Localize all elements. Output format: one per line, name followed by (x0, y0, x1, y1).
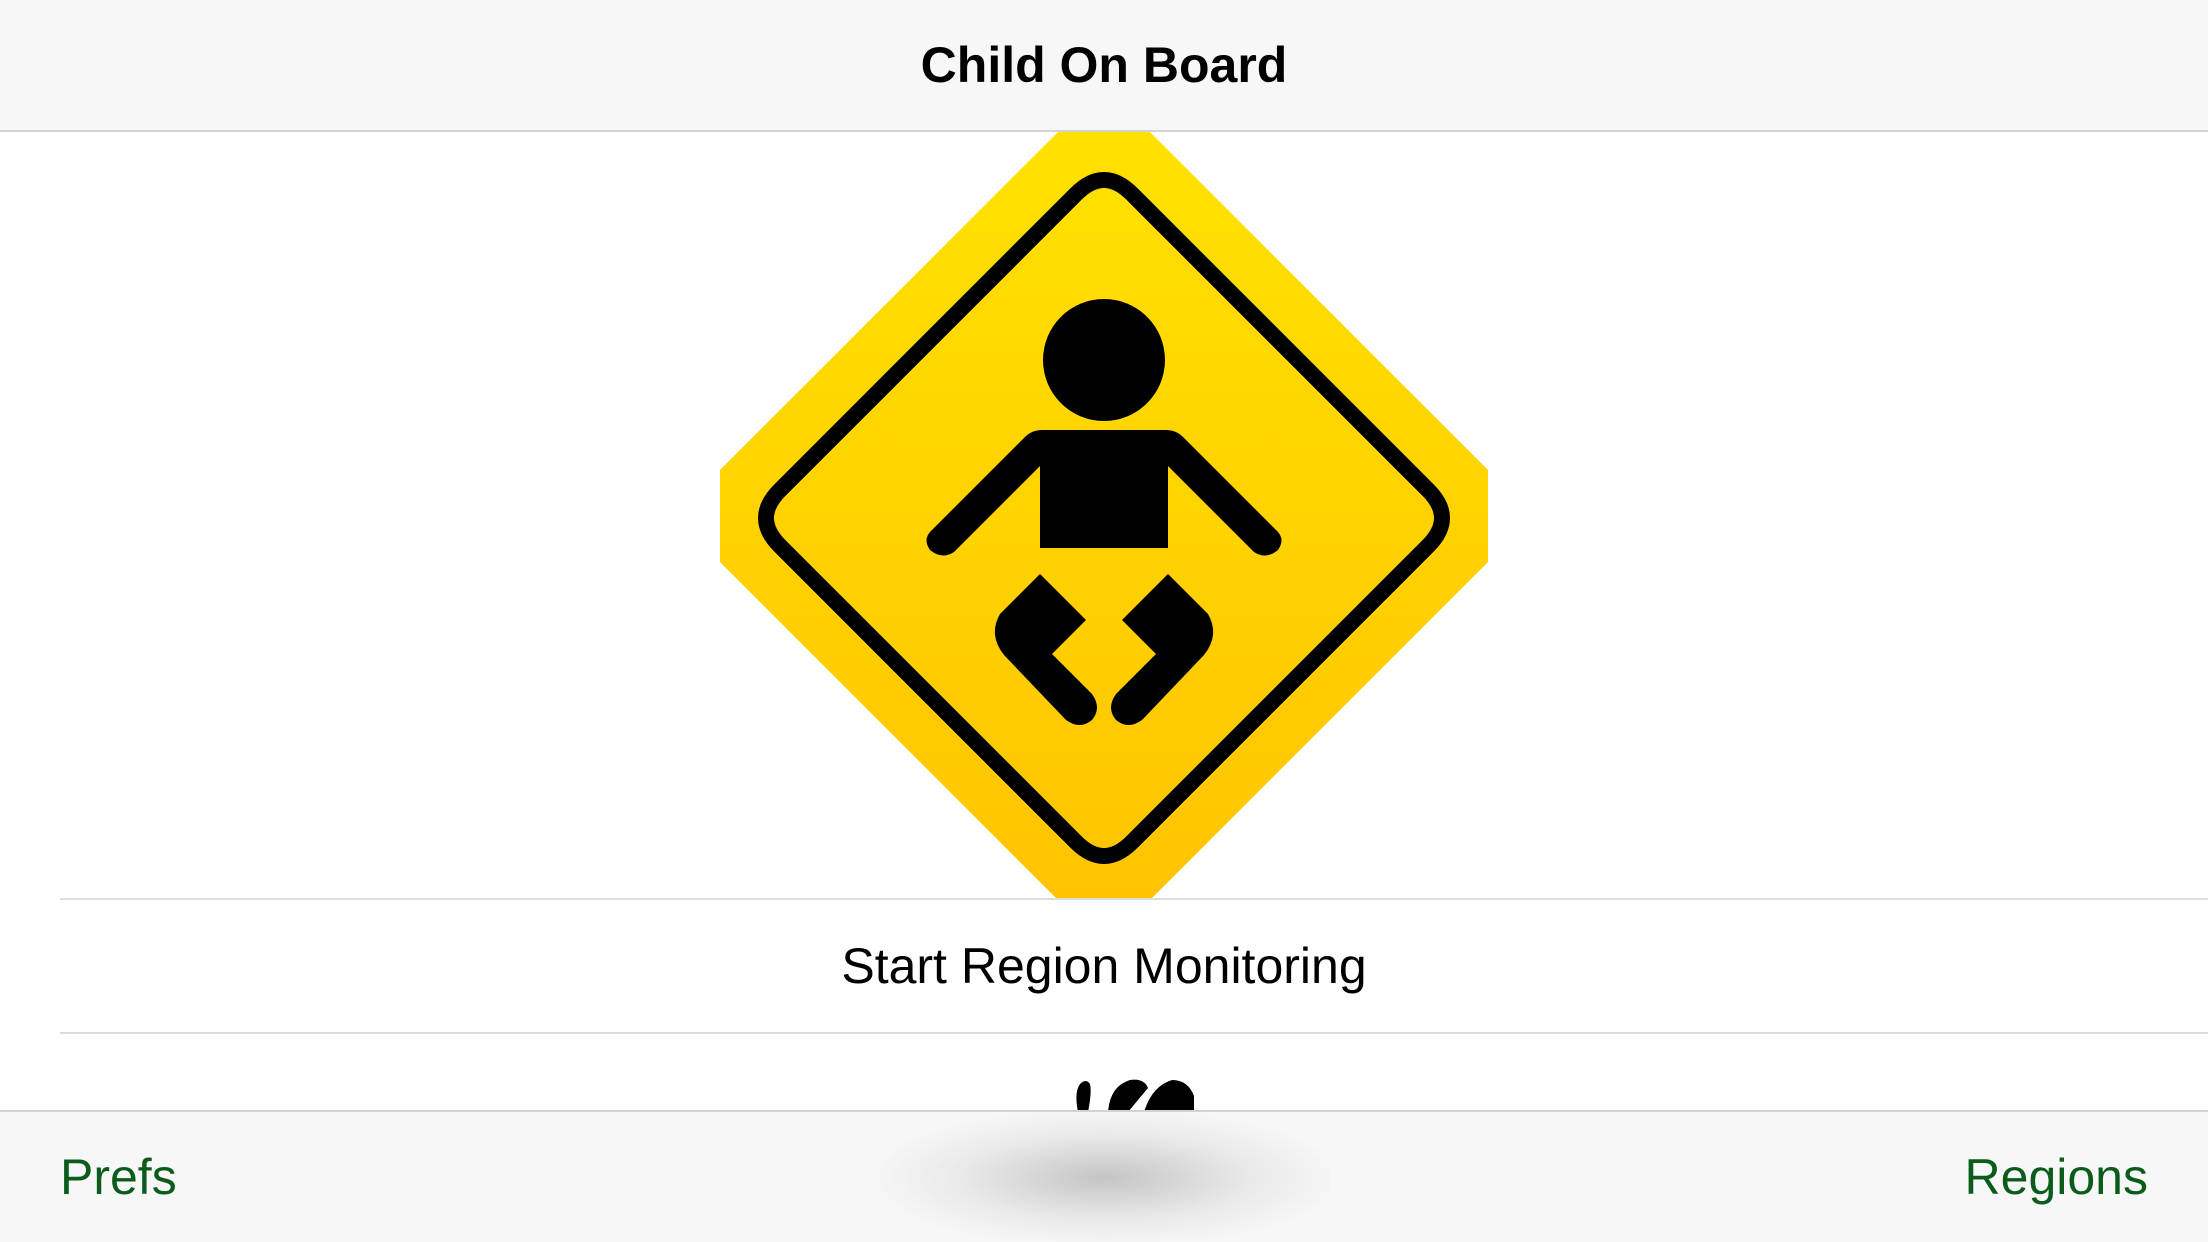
partial-icon (1060, 1072, 1210, 1110)
start-region-monitoring-button[interactable]: Start Region Monitoring (0, 900, 2208, 1032)
bottom-toolbar: Prefs Regions (0, 1110, 2208, 1242)
child-on-board-sign-icon (720, 132, 1488, 900)
regions-button[interactable]: Regions (1965, 1112, 2148, 1242)
start-region-monitoring-label: Start Region Monitoring (841, 938, 1367, 994)
separator (60, 1032, 2208, 1034)
main-content[interactable]: Start Region Monitoring (0, 132, 2208, 1110)
home-indicator-blur (880, 1112, 1330, 1242)
prefs-button[interactable]: Prefs (60, 1112, 177, 1242)
page-title: Child On Board (920, 37, 1288, 93)
navigation-bar: Child On Board (0, 0, 2208, 132)
